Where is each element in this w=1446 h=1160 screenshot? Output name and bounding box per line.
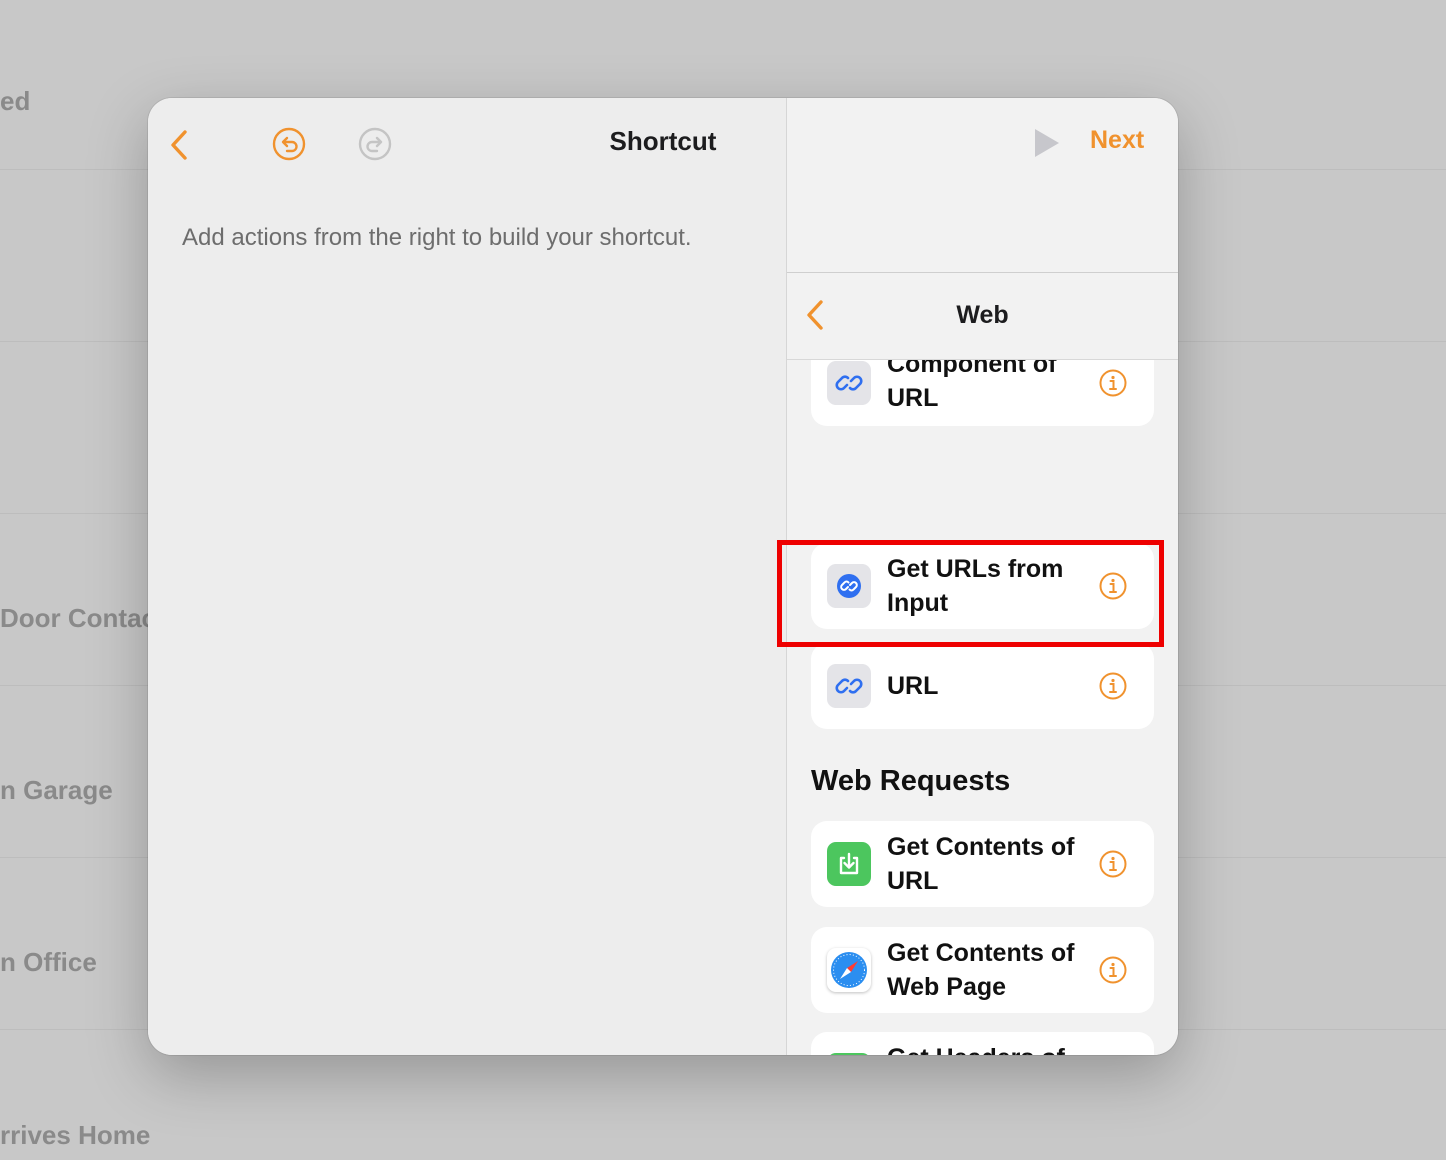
action-label: Get Contents of URL [887,833,1075,895]
action-label: Get Contents of Web Page [887,939,1075,1001]
action-icon [827,664,871,708]
run-button[interactable] [1032,126,1062,160]
empty-state-hint: Add actions from the right to build your… [182,224,692,251]
info-icon [1099,369,1127,397]
list-item-label: n Garage [0,775,113,805]
action-list: Component of URL Get URLs from Input URL… [787,359,1178,1055]
action-url[interactable]: URL [811,643,1154,729]
list-item-label: rrives Home [0,1120,151,1150]
info-button[interactable] [1098,671,1128,701]
action-label: URL [887,672,939,700]
download-icon [839,852,859,875]
chevron-left-icon [171,130,187,160]
info-button[interactable] [1098,849,1128,879]
action-icon [827,1053,871,1055]
category-title-wrapper: Web [787,301,1178,330]
action-label: Component of URL [887,359,1057,412]
action-component-of-url[interactable]: Component of URL [811,359,1154,426]
redo-button[interactable] [357,126,393,162]
safari-icon [831,952,867,988]
action-get-headers-of-url[interactable]: Get Headers of URL [811,1032,1154,1055]
list-item-label: Door Contac [0,603,156,633]
category-header: Web [787,273,1178,360]
back-button[interactable] [166,128,192,162]
action-icon [827,948,871,992]
action-icon [827,361,871,405]
link-icon [835,678,863,694]
list-item-label: ed [0,86,31,116]
link-icon [835,375,863,391]
editor-pane: Add actions from the right to build your… [148,98,787,1055]
page-title: Shortcut [609,126,717,156]
action-get-contents-of-web-page[interactable]: Get Contents of Web Page [811,927,1154,1013]
action-icon [827,842,871,886]
category-back-button[interactable] [805,299,825,336]
highlight-annotation [777,540,1164,647]
undo-button[interactable] [271,126,307,162]
list-item-label: n Office [0,947,97,977]
info-icon [1099,672,1127,700]
play-icon [1035,129,1059,157]
next-button[interactable]: Next [1090,126,1144,155]
info-button[interactable] [1098,368,1128,398]
section-title-web-requests: Web Requests [811,765,1011,797]
chevron-left-icon [807,300,823,330]
category-title: Web [956,301,1009,329]
info-icon [1099,850,1127,878]
redo-icon [358,127,392,161]
undo-icon [272,127,306,161]
action-label: Get Headers of URL [887,1041,1087,1055]
action-get-contents-of-url[interactable]: Get Contents of URL [811,821,1154,907]
info-icon [1099,956,1127,984]
info-button[interactable] [1098,955,1128,985]
